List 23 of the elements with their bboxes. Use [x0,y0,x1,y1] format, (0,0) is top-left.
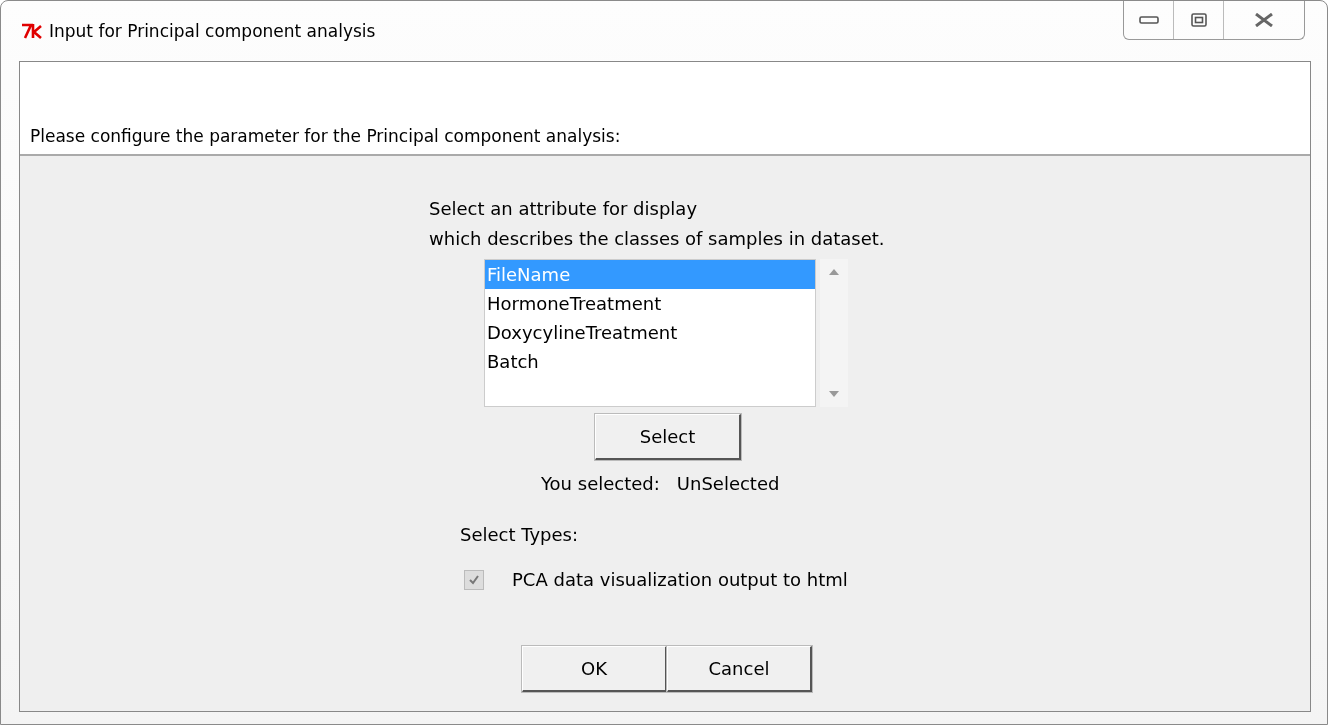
window-title: Input for Principal component analysis [49,21,377,41]
scroll-up-icon[interactable] [829,269,839,275]
selection-value: UnSelected [676,473,780,494]
prompt-text: which describes the classes of samples in dataset. [429,228,886,249]
select-button[interactable]: Select [595,414,741,460]
minimize-icon [1138,16,1159,24]
list-item[interactable]: Batch [485,347,815,376]
cancel-button[interactable]: Cancel [667,646,812,692]
prompt-text: Select an attribute for display [429,198,699,219]
types-label: Select Types: [460,524,580,545]
header-text: Please configure the parameter for the Principal component analysis: [30,126,621,146]
ok-button[interactable]: OK [522,646,667,692]
scrollbar[interactable] [820,259,848,407]
attribute-listbox[interactable]: FileName HormoneTreatment DoxycylineTreatment Batch [484,259,816,407]
list-item[interactable]: HormoneTreatment [485,289,815,318]
app-logo-icon [21,22,43,40]
maximize-icon [1190,13,1207,27]
list-item[interactable]: DoxycylineTreatment [485,318,815,347]
close-icon [1254,13,1274,27]
scroll-down-icon[interactable] [829,391,839,397]
checkbox-label: PCA data visualization output to html [512,569,848,590]
checkmark-icon [468,573,480,586]
selection-label: You selected: [541,473,660,494]
